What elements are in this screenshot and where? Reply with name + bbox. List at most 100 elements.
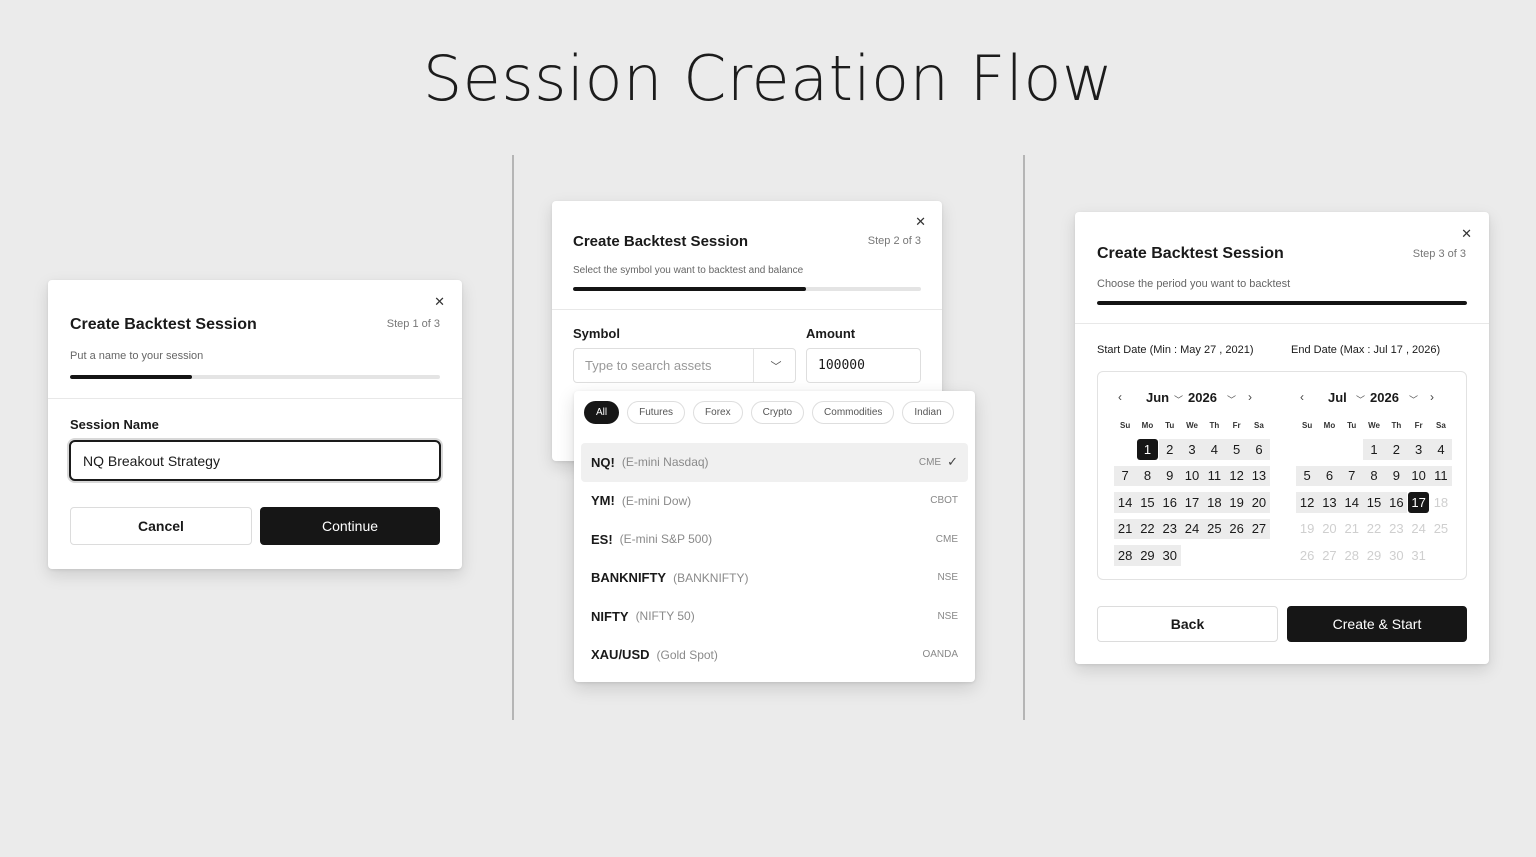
month-select[interactable]: Jun [1146,390,1169,405]
calendar-empty-cell [1341,436,1363,463]
calendar-day[interactable]: 6 [1318,463,1341,490]
calendar-day[interactable]: 11 [1203,463,1226,490]
calendar-day[interactable]: 15 [1362,489,1386,516]
month-select[interactable]: Jul [1328,390,1347,405]
calendar-day[interactable]: 1 [1136,436,1158,463]
category-chip[interactable]: Crypto [750,401,805,424]
date-range-picker: ‹ Jun ﹀ 2026 ﹀ › Su Mo Tu We Th Fr Sa 1 2 3 4 5 6 7 8 9 10 11 12… [1097,371,1467,580]
calendar-day[interactable]: 30 [1158,542,1182,569]
calendar-day[interactable]: 4 [1429,436,1453,463]
category-chip[interactable]: Futures [627,401,686,424]
symbol-option[interactable]: YM! (E-mini Dow) CBOT [581,482,968,521]
chevron-down-icon[interactable]: ﹀ [1174,393,1183,406]
calendar-day[interactable]: 8 [1362,463,1386,490]
symbol-exchange: CBOT [930,495,958,506]
calendar-day[interactable]: 28 [1114,542,1137,569]
calendar-day[interactable]: 12 [1296,489,1319,516]
symbol-code: NIFTY [591,608,629,624]
create-start-button[interactable]: Create & Start [1287,606,1467,642]
symbol-option[interactable]: NQ! (E-mini Nasdaq) CME ✓ [581,443,968,482]
calendar-day[interactable]: 9 [1158,463,1182,490]
close-icon[interactable]: ✕ [434,295,445,308]
symbol-option[interactable]: BANKNIFTY (BANKNIFTY) NSE [581,559,968,598]
symbol-description: (E-mini S&P 500) [619,532,713,547]
chevron-left-icon[interactable]: ‹ [1118,390,1122,404]
calendar-day[interactable]: 13 [1247,463,1271,490]
calendar-day[interactable]: 3 [1407,436,1431,463]
chevron-down-icon[interactable]: ﹀ [1409,393,1418,406]
calendar-empty-cell [1296,436,1318,463]
calendar-day[interactable]: 1 [1362,436,1386,463]
year-select[interactable]: 2026 [1188,390,1217,405]
symbol-select[interactable]: ﹀ [573,348,796,383]
calendar-day[interactable]: 19 [1225,489,1249,516]
amount-label: Amount [806,326,856,341]
calendar-day[interactable]: 29 [1136,542,1159,569]
chevron-down-icon[interactable]: ﹀ [764,358,788,374]
calendar-day[interactable]: 9 [1385,463,1408,490]
calendar-day[interactable]: 20 [1247,489,1271,516]
calendar-day[interactable]: 25 [1203,516,1226,543]
category-chip[interactable]: All [584,401,620,424]
calendar-day: 18 [1433,494,1449,510]
calendar-day[interactable]: 14 [1114,489,1137,516]
calendar-day[interactable]: 12 [1225,463,1249,490]
symbol-search-input[interactable] [574,349,754,382]
calendar-day[interactable]: 23 [1158,516,1182,543]
calendar-day[interactable]: 8 [1136,463,1159,490]
weekday-label: Th [1391,421,1402,430]
continue-button[interactable]: Continue [260,507,440,545]
calendar-day[interactable]: 5 [1225,436,1249,463]
calendar-day[interactable]: 17 [1180,489,1204,516]
chevron-left-icon[interactable]: ‹ [1300,390,1304,404]
calendar-day[interactable]: 15 [1136,489,1159,516]
calendar-day: 28 [1344,547,1359,563]
calendar-day[interactable]: 24 [1180,516,1204,543]
amount-input[interactable] [806,348,921,383]
cancel-button[interactable]: Cancel [70,507,252,545]
calendar-day[interactable]: 10 [1407,463,1431,490]
symbol-option[interactable]: ES! (E-mini S&P 500) CME [581,520,968,559]
calendar-day: 23 [1389,521,1404,537]
chevron-down-icon[interactable]: ﹀ [1356,393,1365,406]
calendar-day[interactable]: 21 [1114,516,1137,543]
calendar-day[interactable]: 7 [1340,463,1364,490]
end-date-label: End Date (Max : Jul 17 , 2026) [1291,344,1441,356]
calendar-day[interactable]: 2 [1158,436,1182,463]
close-icon[interactable]: ✕ [915,215,926,228]
back-button[interactable]: Back [1097,606,1278,642]
calendar-day[interactable]: 13 [1318,489,1341,516]
symbol-option[interactable]: NIFTY (NIFTY 50) NSE [581,597,968,636]
calendar-day: 19 [1299,521,1315,537]
calendar-day[interactable]: 26 [1225,516,1249,543]
year-select[interactable]: 2026 [1370,390,1399,405]
calendar-day[interactable]: 3 [1180,436,1204,463]
session-name-input[interactable] [69,440,441,481]
weekday-row: Su Mo Tu We Th Fr Sa [1114,421,1270,430]
calendar-day[interactable]: 16 [1158,489,1182,516]
chevron-right-icon[interactable]: › [1430,390,1434,404]
calendar-day[interactable]: 10 [1180,463,1204,490]
calendar-day[interactable]: 16 [1385,489,1408,516]
category-chip[interactable]: Forex [693,401,743,424]
calendar-day[interactable]: 27 [1247,516,1271,543]
page-title: Session Creation Flow [422,42,1114,115]
chevron-right-icon[interactable]: › [1248,390,1252,404]
calendar-day[interactable]: 17 [1407,489,1430,516]
category-chip[interactable]: Indian [902,401,954,424]
divider-line-2 [1023,155,1025,720]
calendar-day[interactable]: 4 [1203,436,1226,463]
category-chip[interactable]: Commodities [812,401,895,424]
calendar-day[interactable]: 11 [1429,463,1453,490]
calendar-day[interactable]: 18 [1203,489,1226,516]
symbol-option[interactable]: XAU/USD (Gold Spot) OANDA [581,636,968,675]
symbol-description: (E-mini Dow) [621,493,692,508]
close-icon[interactable]: ✕ [1461,227,1472,240]
calendar-day[interactable]: 2 [1385,436,1408,463]
calendar-day[interactable]: 5 [1296,463,1319,490]
calendar-day[interactable]: 6 [1247,436,1271,463]
chevron-down-icon[interactable]: ﹀ [1227,393,1236,406]
calendar-day[interactable]: 22 [1136,516,1159,543]
calendar-day[interactable]: 7 [1114,463,1137,490]
calendar-day[interactable]: 14 [1340,489,1364,516]
